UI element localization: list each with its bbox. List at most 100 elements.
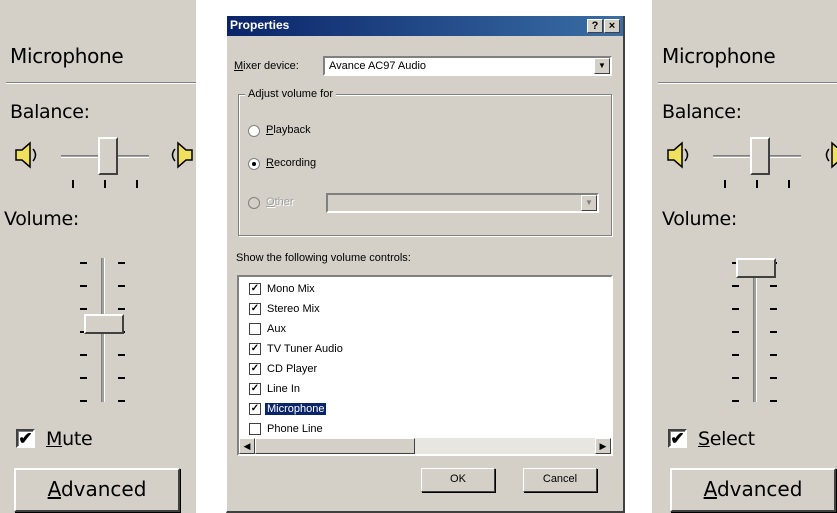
radio-playback-label: Playback: [266, 124, 311, 136]
list-item-checkbox[interactable]: ✓: [249, 363, 261, 376]
list-item-label: Line In: [267, 383, 301, 396]
radio-other[interactable]: [248, 197, 260, 209]
properties-dialog: Properties ? × Mixer device: Avance AC97…: [226, 16, 625, 513]
tick: [80, 377, 87, 379]
tick: [118, 400, 125, 402]
mixer-device-label: Mixer device:: [234, 60, 299, 72]
tick: [118, 262, 125, 264]
tick: [732, 285, 739, 287]
chevron-down-icon[interactable]: ▼: [594, 58, 610, 74]
tick: [732, 400, 739, 402]
chevron-down-icon[interactable]: ▼: [581, 195, 597, 211]
tick: [104, 180, 106, 188]
cancel-button[interactable]: Cancel: [523, 468, 597, 492]
list-item[interactable]: ✓ Stereo Mix: [249, 301, 322, 317]
volume-slider-thumb[interactable]: [84, 313, 124, 334]
scroll-left-icon[interactable]: ◀: [239, 438, 255, 454]
list-item[interactable]: ✓ Line In: [249, 381, 302, 397]
volume-controls-list[interactable]: ✓ Mono Mix ✓ Stereo Mix Aux ✓ TV Tuner Audio ✓ C…: [237, 275, 613, 456]
speaker-left-icon: [667, 141, 689, 169]
balance-slider-thumb[interactable]: [98, 137, 119, 175]
advanced-button[interactable]: Advanced: [14, 468, 180, 512]
balance-slider-thumb[interactable]: [750, 137, 771, 175]
volume-track: [753, 258, 757, 402]
list-item-label: Microphone: [265, 403, 327, 416]
volume-slider-thumb[interactable]: [736, 258, 776, 278]
tick: [732, 377, 739, 379]
title-bar[interactable]: Properties ? ×: [227, 16, 623, 36]
close-button[interactable]: ×: [604, 19, 620, 33]
dialog-title: Properties: [230, 18, 290, 32]
radio-recording-label: Recording: [266, 157, 317, 169]
panel-title: Microphone: [662, 44, 776, 68]
right-volume-panel: Microphone Balance: Volume: ✔ Select Adv…: [652, 0, 837, 513]
tick: [72, 180, 74, 188]
mute-label: Mute: [46, 428, 93, 450]
tick: [80, 354, 87, 356]
list-item[interactable]: ✓ Mono Mix: [249, 281, 317, 297]
list-item-checkbox[interactable]: ✓: [249, 283, 261, 296]
group-title: Adjust volume for: [245, 88, 336, 100]
tick: [770, 377, 777, 379]
horizontal-scrollbar[interactable]: ◀ ▶: [239, 438, 611, 454]
list-item-label: Stereo Mix: [267, 303, 320, 316]
ok-button[interactable]: OK: [421, 468, 495, 492]
tick: [770, 285, 777, 287]
radio-playback[interactable]: [248, 125, 260, 137]
tick: [80, 262, 87, 264]
list-item-checkbox[interactable]: ✓: [249, 403, 261, 416]
tick: [118, 285, 125, 287]
tick: [770, 308, 777, 310]
balance-label: Balance:: [662, 101, 742, 123]
tick: [80, 285, 87, 287]
list-item-checkbox[interactable]: ✓: [249, 383, 261, 396]
tick: [770, 331, 777, 333]
volume-label: Volume:: [4, 208, 79, 230]
mute-checkbox[interactable]: ✔: [16, 429, 35, 448]
tick: [118, 354, 125, 356]
speaker-right-icon: [171, 141, 193, 169]
list-item-checkbox[interactable]: [249, 323, 261, 336]
list-item[interactable]: Phone Line: [249, 421, 325, 437]
list-item-label: Phone Line: [267, 423, 323, 436]
list-label: Show the following volume controls:: [236, 252, 411, 264]
tick: [770, 400, 777, 402]
speaker-right-icon: [825, 141, 837, 169]
tick: [732, 308, 739, 310]
mixer-device-value: Avance AC97 Audio: [329, 60, 427, 72]
select-checkbox[interactable]: ✔: [668, 429, 687, 448]
list-item-checkbox[interactable]: ✓: [249, 343, 261, 356]
mixer-device-select[interactable]: Avance AC97 Audio ▼: [323, 56, 612, 76]
help-button[interactable]: ?: [587, 19, 603, 33]
list-item[interactable]: ✓ Microphone: [249, 401, 327, 417]
list-item[interactable]: ✓ TV Tuner Audio: [249, 341, 345, 357]
radio-recording[interactable]: [248, 158, 260, 170]
list-item[interactable]: ✓ CD Player: [249, 361, 319, 377]
tick: [770, 354, 777, 356]
tick: [136, 180, 138, 188]
select-label: Select: [698, 428, 755, 450]
tick: [80, 400, 87, 402]
radio-other-label: Other: [266, 196, 294, 208]
divider: [658, 82, 837, 84]
tick: [732, 331, 739, 333]
tick: [118, 377, 125, 379]
list-item-label: CD Player: [267, 363, 318, 376]
list-item-checkbox[interactable]: ✓: [249, 303, 261, 316]
tick: [724, 180, 726, 188]
other-device-select[interactable]: ▼: [326, 193, 599, 213]
tick: [118, 308, 125, 310]
tick: [756, 180, 758, 188]
tick: [788, 180, 790, 188]
panel-title: Microphone: [10, 44, 124, 68]
divider: [6, 82, 196, 84]
tick: [732, 354, 739, 356]
radio-selected-dot: [252, 162, 256, 166]
scroll-right-icon[interactable]: ▶: [595, 438, 611, 454]
advanced-button[interactable]: Advanced: [670, 468, 836, 512]
left-volume-panel: Microphone Balance: Volume: ✔ Mute Advan…: [0, 0, 196, 513]
balance-label: Balance:: [10, 101, 90, 123]
scrollbar-thumb[interactable]: [255, 438, 415, 454]
list-item[interactable]: Aux: [249, 321, 288, 337]
list-item-checkbox[interactable]: [249, 423, 261, 436]
